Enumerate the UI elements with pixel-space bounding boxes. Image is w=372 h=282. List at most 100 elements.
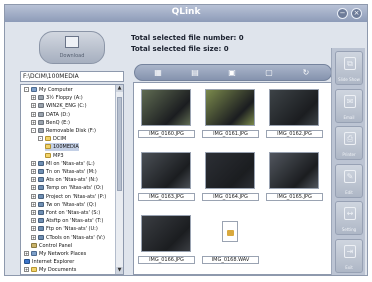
expand-icon[interactable]: +: [31, 226, 36, 232]
download-button[interactable]: Download: [39, 31, 105, 64]
exit-button[interactable]: ⇥ Exit: [335, 238, 363, 273]
tree-item[interactable]: + DATA (D:): [31, 111, 70, 119]
drive-icon: [38, 119, 44, 125]
list-view-icon[interactable]: ▤: [180, 66, 210, 79]
title-bar[interactable]: QLink − ×: [5, 5, 367, 22]
view-toolbar: ▦ ▤ ▣ ▢ ↻: [134, 64, 332, 81]
expand-icon[interactable]: +: [31, 103, 36, 109]
email-button[interactable]: ✉ Email: [335, 88, 363, 123]
file-thumbnail[interactable]: IMG_0162.JPG: [266, 87, 323, 142]
side-button-label: Printer: [342, 152, 356, 157]
collapse-icon[interactable]: -: [38, 136, 43, 142]
tree-item-label: My Network Places: [39, 251, 87, 257]
tree-item-label: DATA (D:): [46, 111, 70, 118]
file-thumbnail[interactable]: IMG_0163.JPG: [138, 150, 195, 205]
expand-icon[interactable]: +: [24, 267, 29, 273]
tree-item[interactable]: + Ats on 'Ntas-ats' (N:): [31, 176, 98, 184]
minimize-icon[interactable]: −: [337, 8, 348, 19]
file-thumbnail[interactable]: IMG_0161.JPG: [202, 87, 259, 142]
tree-item[interactable]: + MI on 'Ntas-ats' (L:): [31, 160, 95, 168]
tree-scrollbar[interactable]: ▲ ▼: [115, 85, 123, 274]
expand-icon[interactable]: +: [31, 201, 36, 207]
expand-icon[interactable]: +: [31, 234, 36, 240]
collapse-icon[interactable]: -: [31, 128, 36, 133]
expand-icon[interactable]: +: [31, 193, 36, 199]
tree-item[interactable]: Control Panel: [31, 242, 72, 250]
refresh-icon[interactable]: ↻: [291, 66, 321, 79]
drive-icon: [38, 111, 44, 117]
expand-icon[interactable]: +: [31, 177, 36, 183]
path-field[interactable]: F:\DCIM\100MEDIA: [20, 71, 124, 82]
file-name-label: IMG_0164.JPG: [202, 193, 259, 201]
drive-icon: [38, 103, 44, 109]
computer-icon: [31, 87, 37, 92]
setting-button[interactable]: ↔ Setting: [335, 201, 363, 235]
network-places-icon: [31, 251, 37, 256]
expand-icon[interactable]: +: [31, 119, 36, 125]
tree-item[interactable]: + Tw on 'Ntas-ats' (Q:): [31, 201, 96, 209]
side-button-label: Edit: [345, 189, 353, 195]
printer-icon: ⎙: [344, 132, 356, 145]
slide-show-button[interactable]: ⧉ Slide Show: [335, 51, 363, 85]
scrollbar-thumb[interactable]: [117, 97, 122, 191]
photo-thumbnail-image: [205, 152, 255, 189]
expand-icon[interactable]: +: [31, 169, 36, 174]
photo-thumbnail-image: [205, 89, 255, 126]
close-icon[interactable]: ×: [351, 8, 362, 19]
photo-thumbnail-image: [141, 152, 191, 189]
collapse-icon[interactable]: -: [24, 87, 29, 92]
scroll-down-icon[interactable]: ▼: [116, 267, 123, 274]
scroll-up-icon[interactable]: ▲: [116, 85, 123, 92]
expand-icon[interactable]: +: [31, 185, 36, 191]
photo-thumbnail-image: [269, 89, 319, 126]
documents-icon: [31, 267, 37, 273]
tree-item[interactable]: + WIN2K_ENG (C:): [31, 102, 87, 110]
tree-item[interactable]: + Project on 'Ntas-ats' (P:): [31, 193, 106, 201]
expand-icon[interactable]: +: [31, 210, 36, 215]
network-drive-icon: [38, 226, 44, 232]
tree-item[interactable]: - Removable Disk (F:): [31, 127, 96, 135]
tree-item[interactable]: + BenQ (E:): [31, 119, 70, 127]
expand-icon[interactable]: +: [31, 111, 36, 117]
tree-item[interactable]: + Temp on 'Ntas-ats' (O:): [31, 184, 103, 192]
file-thumbnail[interactable]: IMG_0168.WAV: [202, 213, 259, 268]
tree-item[interactable]: MP3: [45, 152, 64, 160]
select-all-icon[interactable]: ▣: [217, 66, 247, 79]
tree-item-label: MI on 'Ntas-ats' (L:): [46, 160, 95, 167]
thumbnail-panel[interactable]: IMG_0160.JPG IMG_0161.JPG IMG_0162.JPG IMG_…: [133, 82, 333, 275]
expand-icon[interactable]: +: [24, 251, 29, 256]
tree-item[interactable]: + Atsftp on 'Ntas-ats' (T:): [31, 217, 103, 225]
tree-item-label: WIN2K_ENG (C:): [46, 103, 87, 110]
printer-button[interactable]: ⎙ Printer: [335, 126, 363, 160]
expand-icon[interactable]: +: [31, 160, 36, 166]
tree-item[interactable]: + Tn on 'Ntas-ats' (M:): [31, 168, 97, 176]
tree-item-label: DCIM: [53, 136, 67, 143]
tree-item[interactable]: +3½ Floppy (A:): [31, 94, 83, 102]
tree-item[interactable]: - My Computer: [24, 86, 73, 94]
expand-icon[interactable]: +: [31, 95, 36, 101]
tree-item-label: My Computer: [39, 87, 73, 93]
expand-icon[interactable]: +: [31, 218, 36, 224]
tree-item-label: Removable Disk (F:): [46, 128, 96, 134]
download-icon: [65, 36, 79, 48]
edit-button[interactable]: ✎ Edit: [335, 163, 363, 198]
tree-item[interactable]: + My Documents: [24, 266, 76, 274]
thumbnail-view-icon[interactable]: ▦: [143, 66, 173, 79]
tree-item[interactable]: + Ftp on 'Ntas-ats' (U:): [31, 225, 98, 233]
floppy-icon: [38, 95, 44, 101]
email-icon: ✉: [344, 94, 356, 108]
file-thumbnail[interactable]: IMG_0165.JPG: [266, 150, 323, 205]
deselect-icon[interactable]: ▢: [254, 66, 284, 79]
file-thumbnail[interactable]: IMG_0166.JPG: [138, 213, 195, 268]
file-thumbnail[interactable]: IMG_0160.JPG: [138, 87, 195, 142]
tree-item[interactable]: + CTools on 'Ntas-ats' (V:): [31, 234, 105, 242]
side-button-label: Exit: [345, 264, 353, 270]
file-thumbnail[interactable]: IMG_0164.JPG: [202, 150, 259, 205]
tree-item[interactable]: Internet Explorer: [24, 258, 74, 266]
file-name-label: IMG_0166.JPG: [138, 256, 195, 264]
tree-item[interactable]: - DCIM: [38, 135, 66, 143]
tree-item[interactable]: + My Network Places: [24, 250, 86, 258]
tree-item[interactable]: + Font on 'Ntas-ats' (S:): [31, 209, 100, 217]
tree-item[interactable]: 100MEDIA: [45, 143, 79, 152]
folder-tree[interactable]: - My Computer +3½ Floppy (A:) + WIN2K_ENG (C…: [20, 84, 124, 275]
